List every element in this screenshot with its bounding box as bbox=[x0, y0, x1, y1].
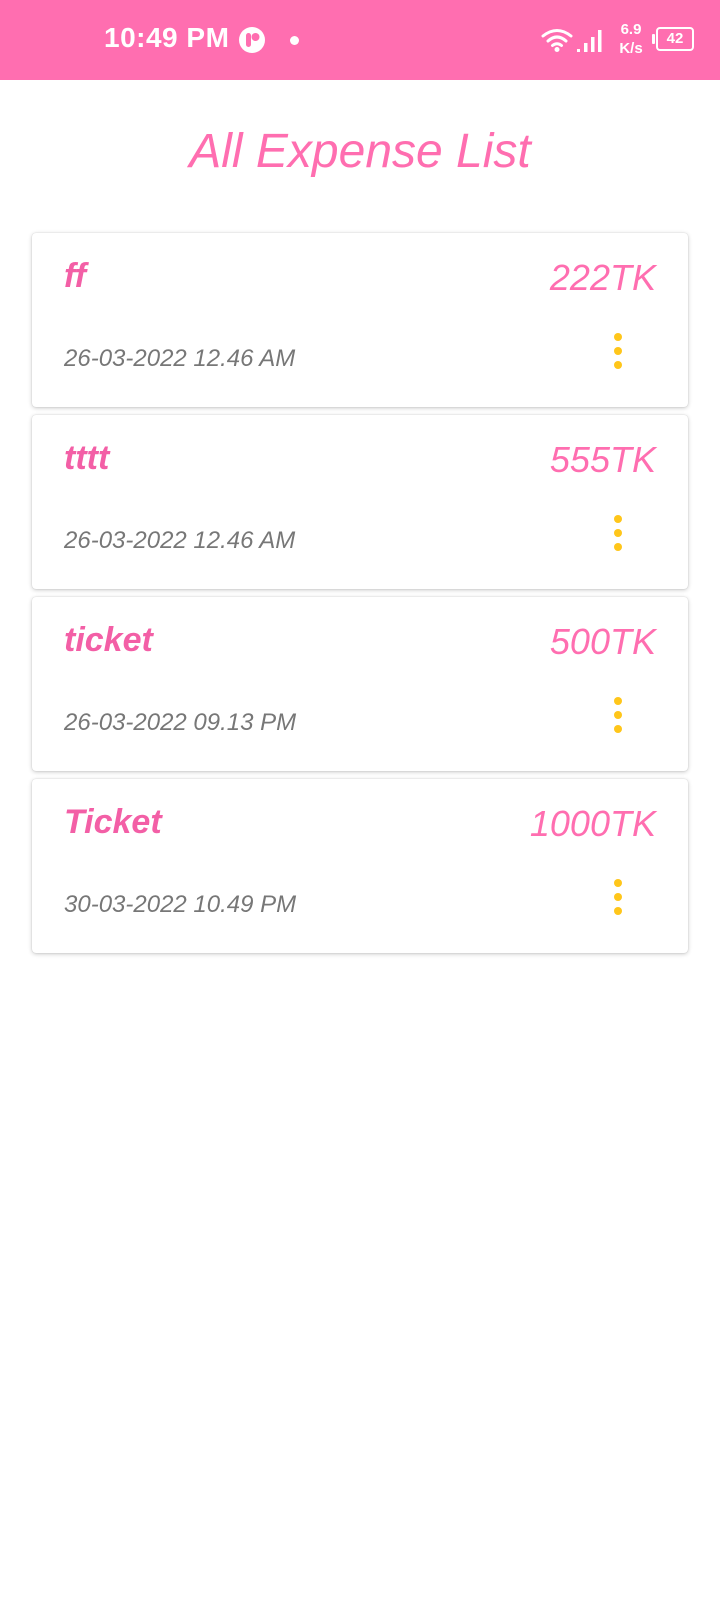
status-bar: 10:49 PM 6.9 K/s 42 bbox=[0, 0, 720, 80]
status-time: 10:49 PM bbox=[104, 22, 230, 53]
amount-value: 222 bbox=[549, 257, 610, 298]
network-speed: 6.9 K/s bbox=[616, 20, 646, 58]
expense-date: 30-03-2022 10.49 PM bbox=[64, 891, 297, 918]
network-speed-unit: K/s bbox=[619, 40, 643, 57]
app-icon bbox=[239, 27, 265, 53]
notification-dot-icon bbox=[290, 36, 299, 45]
expense-card[interactable]: tttt 555TK 26-03-2022 12.46 AM bbox=[32, 415, 688, 589]
expense-amount: 555TK bbox=[550, 439, 656, 481]
wifi-icon bbox=[541, 29, 573, 52]
more-options-icon[interactable] bbox=[606, 515, 630, 555]
expense-name: ticket bbox=[64, 621, 153, 659]
amount-currency: TK bbox=[609, 257, 656, 298]
expense-name: tttt bbox=[64, 439, 110, 477]
more-options-icon[interactable] bbox=[606, 879, 630, 919]
more-options-icon[interactable] bbox=[606, 333, 630, 373]
expense-amount: 500TK bbox=[550, 621, 656, 663]
network-speed-value: 6.9 bbox=[620, 21, 642, 38]
expense-card[interactable]: ticket 500TK 26-03-2022 09.13 PM bbox=[32, 597, 688, 771]
more-options-icon[interactable] bbox=[606, 697, 630, 737]
amount-value: 1000 bbox=[529, 803, 610, 844]
expense-date: 26-03-2022 12.46 AM bbox=[64, 527, 296, 554]
amount-currency: TK bbox=[609, 621, 656, 662]
expense-name: Ticket bbox=[64, 803, 162, 841]
expense-amount: 222TK bbox=[550, 257, 656, 299]
expense-amount: 1000TK bbox=[530, 803, 656, 845]
signal-icon bbox=[577, 30, 602, 52]
expense-date: 26-03-2022 12.46 AM bbox=[64, 345, 296, 372]
expense-date: 26-03-2022 09.13 PM bbox=[64, 709, 297, 736]
battery-icon: 42 bbox=[652, 27, 694, 51]
expense-card[interactable]: Ticket 1000TK 30-03-2022 10.49 PM bbox=[32, 779, 688, 953]
expense-card[interactable]: ff 222TK 26-03-2022 12.46 AM bbox=[32, 233, 688, 407]
amount-value: 500 bbox=[549, 621, 610, 662]
battery-level: 42 bbox=[656, 27, 694, 51]
expense-name: ff bbox=[64, 257, 87, 295]
page-title: All Expense List bbox=[189, 125, 531, 178]
amount-value: 555 bbox=[549, 439, 610, 480]
battery-tip bbox=[652, 34, 655, 44]
amount-currency: TK bbox=[609, 439, 656, 480]
amount-currency: TK bbox=[609, 803, 656, 844]
